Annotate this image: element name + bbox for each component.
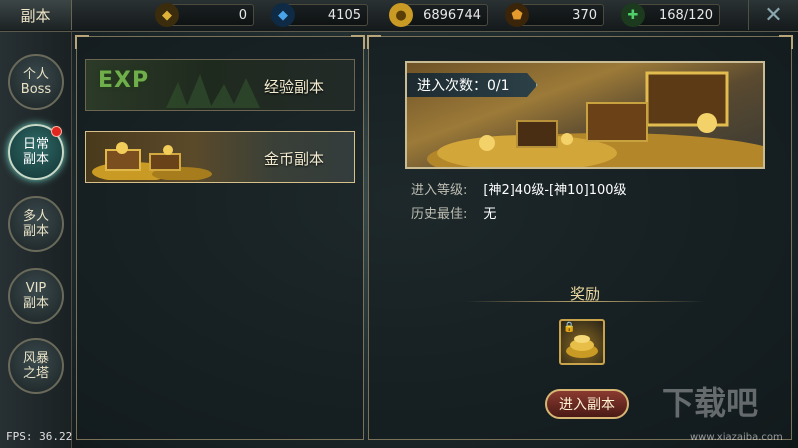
nav-personal-boss[interactable]: 个人 Boss (8, 54, 64, 110)
level-row: 进入等级: [神2]40级-[神10]100级 (411, 179, 627, 198)
page-title: 副本 (0, 0, 72, 30)
reward-item-gold[interactable]: 🔒 (559, 319, 605, 365)
dungeon-card-exp[interactable]: EXP 经验副本 (85, 59, 355, 111)
enter-dungeon-button[interactable]: 进入副本 (545, 389, 629, 419)
fps-value: 36.22 (39, 430, 73, 443)
nav-label-1: 多人 (22, 209, 49, 224)
panel-corner (351, 35, 365, 49)
nav-label-2: 副本 (22, 224, 49, 239)
resource-value: 0 (238, 7, 247, 23)
gold-gem-icon: ◆ (155, 3, 179, 27)
nav-label-2: Boss (20, 82, 52, 97)
top-bar: 副本 ◆ 0 ◆ 4105 ● 6896744 ⬟ 370 ✚ 168/120 … (0, 0, 798, 32)
fps-label: FPS: (6, 430, 33, 443)
level-value: [神2]40级-[神10]100级 (483, 183, 627, 198)
watermark-logo: 下载吧 (662, 384, 759, 422)
resource-diamond: ◆ 4105 (271, 3, 368, 27)
dungeon-label: 金币副本 (263, 150, 324, 168)
resource-coin: ● 6896744 (389, 3, 488, 27)
lock-icon: 🔒 (563, 322, 576, 333)
resource-gold-gem: ◆ 0 (155, 3, 254, 27)
best-label: 历史最佳: (411, 207, 468, 222)
panel-corner (779, 35, 793, 49)
nav-label-1: VIP (25, 281, 47, 296)
stamina-plus-icon[interactable]: ✚ (621, 3, 645, 27)
close-button[interactable]: ✕ (748, 0, 798, 30)
nav-storm-tower[interactable]: 风暴 之塔 (8, 338, 64, 394)
side-nav: 个人 Boss 日常 副本 多人 副本 VIP 副本 风暴 之塔 (0, 32, 72, 448)
nav-vip-dungeon[interactable]: VIP 副本 (8, 268, 64, 324)
resource-value: 370 (572, 7, 597, 23)
entry-count-tag: 进入次数：0/1 (407, 73, 538, 97)
resource-value: 4105 (327, 7, 361, 23)
dungeon-banner: 进入次数：0/1 (405, 61, 765, 169)
gold-coin-icon: ● (389, 3, 413, 27)
level-label: 进入等级: (411, 183, 468, 198)
exp-art-text: EXP (98, 68, 150, 93)
nav-label-1: 个人 (22, 67, 49, 82)
resource-crystal: ⬟ 370 (505, 3, 604, 27)
resource-stamina[interactable]: ✚ 168/120 (621, 3, 720, 27)
reward-divider (465, 301, 705, 302)
dungeon-card-gold[interactable]: 金币副本 (85, 131, 355, 183)
nav-label-1: 日常 (22, 137, 49, 152)
nav-label-2: 副本 (22, 296, 49, 311)
blue-diamond-icon: ◆ (271, 3, 295, 27)
panel-corner (75, 35, 89, 49)
watermark-url: www.xiazaiba.com (690, 432, 783, 443)
dungeon-list-panel: EXP 经验副本 金币副本 (75, 35, 365, 440)
resource-value: 168/120 (658, 7, 713, 23)
best-row: 历史最佳: 无 (411, 203, 496, 222)
close-icon: ✕ (764, 2, 783, 28)
nav-team-dungeon[interactable]: 多人 副本 (8, 196, 64, 252)
nav-label-2: 副本 (22, 152, 49, 167)
nav-label-2: 之塔 (22, 366, 49, 381)
nav-label-1: 风暴 (22, 351, 49, 366)
fps-counter: FPS: 36.22 (6, 430, 72, 443)
panel-corner (367, 35, 381, 49)
best-value: 无 (483, 207, 497, 222)
nav-daily-dungeon[interactable]: 日常 副本 (8, 124, 64, 180)
dungeon-label: 经验副本 (263, 78, 324, 96)
amber-crystal-icon: ⬟ (505, 3, 529, 27)
notification-dot (51, 126, 62, 137)
treasure-chest-art (92, 142, 212, 180)
forest-art (166, 74, 260, 108)
resource-value: 6896744 (423, 7, 481, 23)
